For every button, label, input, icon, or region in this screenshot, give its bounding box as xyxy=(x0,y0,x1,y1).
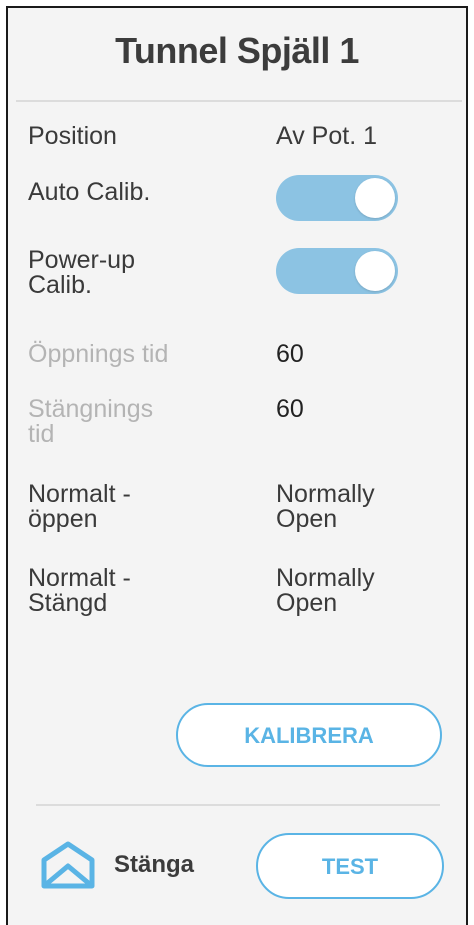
closing-time-label: Stängnings tid xyxy=(28,397,228,447)
powerup-calib-label-line1: Power-up xyxy=(28,246,135,274)
header-divider xyxy=(16,100,462,102)
normally-open-value-line2: Open xyxy=(276,505,338,533)
normally-open-label: Normalt - öppen xyxy=(28,482,228,532)
normally-closed-value[interactable]: Normally Open xyxy=(276,566,375,616)
normally-closed-label-line2: Stängd xyxy=(28,589,108,617)
position-label: Position xyxy=(28,122,117,150)
test-button[interactable]: TEST xyxy=(256,833,444,899)
position-value[interactable]: Av Pot. 1 xyxy=(276,124,377,149)
powerup-calib-label-line2: Calib. xyxy=(28,271,92,299)
calibrate-button[interactable]: KALIBRERA xyxy=(176,703,442,767)
house-arrow-close-icon[interactable] xyxy=(40,840,96,890)
opening-time-label: Öppnings tid xyxy=(28,340,169,368)
normally-closed-value-line1: Normally xyxy=(276,564,375,592)
opening-time-value[interactable]: 60 xyxy=(276,342,304,367)
toggle-knob xyxy=(355,251,395,291)
auto-calib-toggle[interactable] xyxy=(276,175,398,221)
closing-time-label-line1: Stängnings xyxy=(28,395,154,423)
footer-divider xyxy=(36,804,440,806)
normally-open-label-line2: öppen xyxy=(28,505,98,533)
closing-time-label-line2: tid xyxy=(28,420,55,448)
closing-time-value[interactable]: 60 xyxy=(276,397,304,422)
normally-open-value[interactable]: Normally Open xyxy=(276,482,375,532)
normally-open-label-line1: Normalt - xyxy=(28,480,131,508)
powerup-calib-toggle[interactable] xyxy=(276,248,398,294)
normally-closed-label: Normalt - Stängd xyxy=(28,566,228,616)
normally-closed-value-line2: Open xyxy=(276,589,338,617)
toggle-knob xyxy=(355,178,395,218)
close-label[interactable]: Stänga xyxy=(114,851,194,879)
normally-closed-label-line1: Normalt - xyxy=(28,564,131,592)
page-title: Tunnel Spjäll 1 xyxy=(115,30,359,71)
auto-calib-label: Auto Calib. xyxy=(28,178,151,206)
powerup-calib-label: Power-up Calib. xyxy=(28,248,228,298)
normally-open-value-line1: Normally xyxy=(276,480,375,508)
device-panel: Tunnel Spjäll 1 Position Av Pot. 1 Auto … xyxy=(6,6,468,925)
